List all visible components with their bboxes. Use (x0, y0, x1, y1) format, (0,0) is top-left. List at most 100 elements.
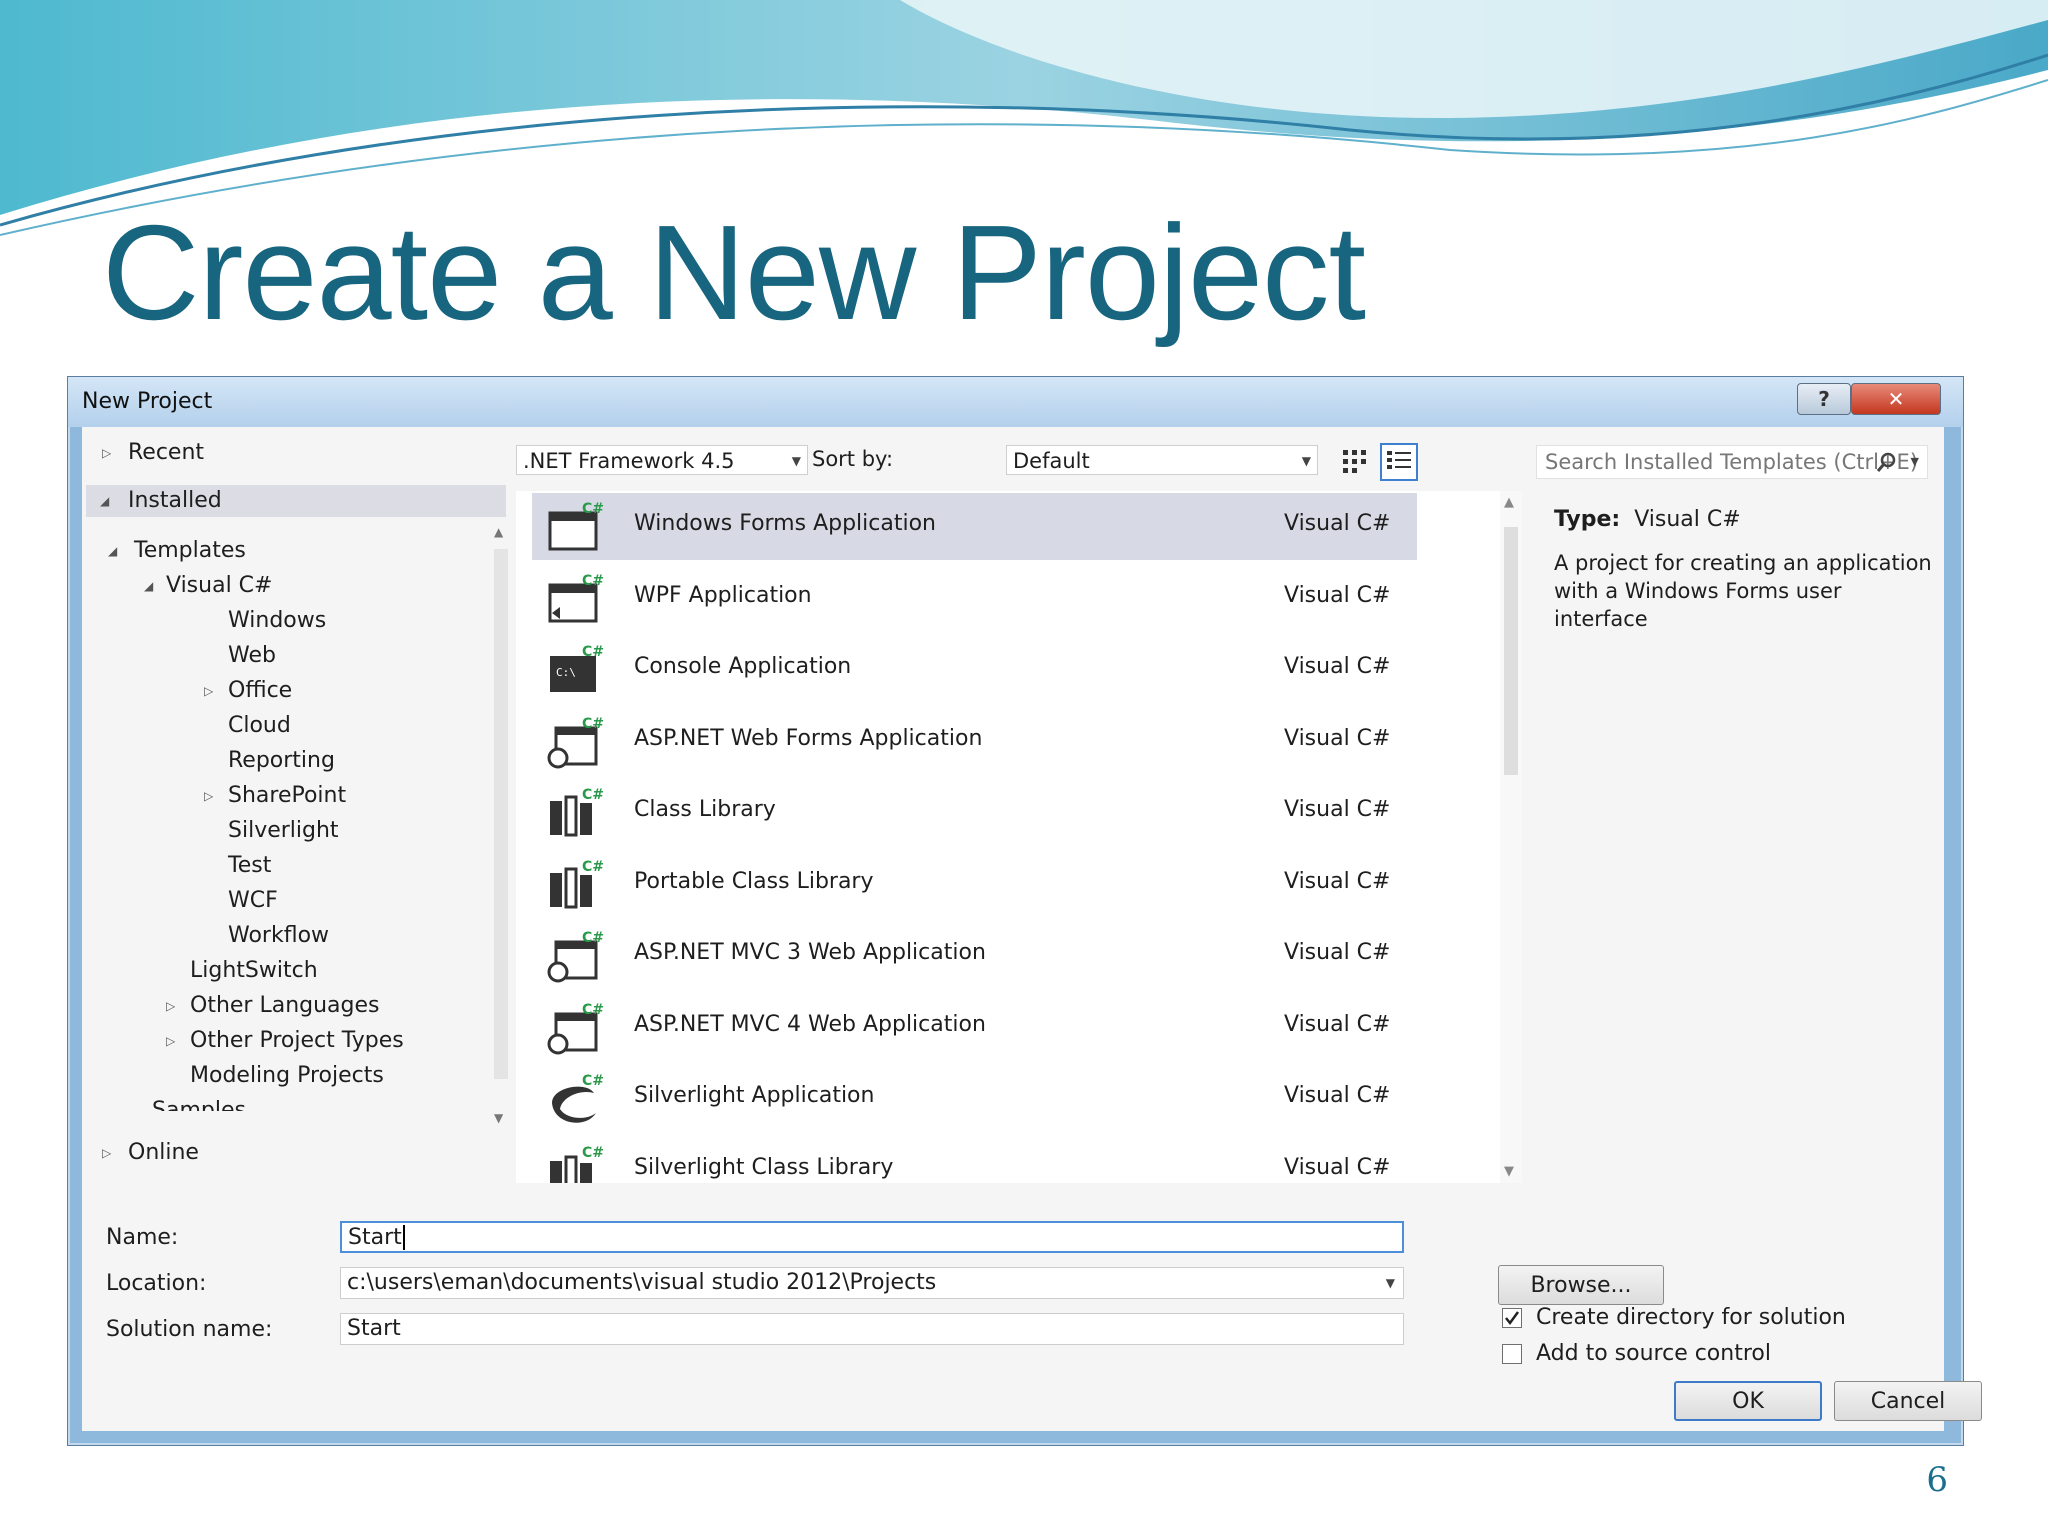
template-row[interactable]: C# Silverlight Application Visual C# (532, 1065, 1417, 1132)
scroll-up-icon[interactable]: ▲ (1504, 495, 1514, 510)
chevron-down-icon[interactable]: ▼ (1911, 446, 1919, 478)
tree-modeling-projects[interactable]: Modeling Projects (190, 1060, 384, 1092)
svg-text:C#: C# (582, 573, 604, 589)
template-language: Visual C# (1284, 1011, 1391, 1037)
tree-online[interactable]: ▷ Online (102, 1137, 199, 1169)
expand-arrow-icon: ▷ (166, 999, 176, 1013)
tree-item-test[interactable]: Test (228, 850, 271, 882)
tree-item-web[interactable]: Web (228, 640, 276, 672)
tree-samples-clipped[interactable]: Samples (152, 1095, 246, 1111)
svg-text:C#: C# (582, 787, 604, 803)
template-list-scrollbar-thumb[interactable] (1504, 527, 1518, 775)
solution-name-input[interactable]: Start (340, 1313, 1404, 1345)
template-row[interactable]: C# Portable Class Library Visual C# (532, 851, 1417, 918)
class-library-icon: C# (546, 787, 606, 841)
tree-visual-cs[interactable]: ◢ Visual C# (144, 570, 272, 602)
tree-label: SharePoint (228, 783, 347, 808)
chevron-down-icon[interactable]: ▼ (1386, 1268, 1395, 1298)
tree-label: Installed (128, 488, 222, 513)
checkbox-box (1502, 1307, 1522, 1328)
tree-item-sharepoint[interactable]: ▷ SharePoint (204, 780, 346, 812)
project-form: Name: Start Location: c:\users\eman\docu… (82, 1183, 1982, 1431)
type-value: Visual C# (1634, 507, 1741, 532)
sort-dropdown[interactable]: Default ▼ (1006, 445, 1318, 475)
grid-view-icon (1343, 450, 1366, 473)
new-project-dialog: New Project ? ✕ ▷ Recent ◢ Installed ◢ T… (67, 376, 1982, 1446)
dialog-title: New Project (82, 389, 213, 414)
template-row[interactable]: C# ASP.NET Web Forms Application Visual C# (532, 708, 1417, 775)
template-language: Visual C# (1284, 654, 1391, 679)
ok-button[interactable]: OK (1674, 1381, 1822, 1421)
template-row[interactable]: C# Windows Forms Application Visual C# (532, 493, 1417, 560)
search-templates-input[interactable]: Search Installed Templates (Ctrl+E) ▼ (1536, 445, 1928, 479)
scroll-down-icon[interactable]: ▼ (494, 1111, 503, 1125)
tree-item-wcf[interactable]: WCF (228, 885, 278, 917)
template-row[interactable]: C# Class Library Visual C# (532, 779, 1417, 846)
framework-dropdown[interactable]: .NET Framework 4.5 ▼ (516, 445, 808, 475)
sort-by-label: Sort by: (812, 447, 894, 471)
template-row[interactable]: C# Silverlight Class Library Visual C# (532, 1137, 1417, 1183)
template-toolbar: .NET Framework 4.5 ▼ Sort by: Default ▼ (516, 427, 1522, 491)
small-icons-view-button[interactable] (1336, 443, 1374, 481)
silverlight-icon: C# (546, 1073, 606, 1127)
checkbox-label: Create directory for solution (1536, 1305, 1846, 1330)
template-row[interactable]: C# ASP.NET MVC 4 Web Application Visual C# (532, 994, 1417, 1061)
tree-item-cloud[interactable]: Cloud (228, 710, 291, 742)
template-name: Silverlight Class Library (634, 1154, 894, 1180)
tree-item-windows[interactable]: Windows (228, 605, 326, 637)
help-button[interactable]: ? (1797, 383, 1851, 415)
type-label: Type: (1554, 507, 1621, 532)
expand-arrow-icon: ▷ (204, 684, 214, 698)
svg-text:C#: C# (582, 859, 604, 875)
expand-arrow-icon: ▷ (102, 1146, 112, 1160)
tree-item-silverlight[interactable]: Silverlight (228, 815, 339, 847)
dialog-titlebar[interactable]: New Project ? ✕ (68, 377, 1963, 427)
tree-other-languages[interactable]: ▷ Other Languages (166, 990, 380, 1022)
tree-recent[interactable]: ▷ Recent (102, 437, 204, 469)
create-directory-checkbox[interactable]: Create directory for solution (1502, 1305, 1846, 1330)
tree-label: Recent (128, 440, 205, 465)
template-language: Visual C# (1284, 511, 1391, 536)
template-row[interactable]: C# ASP.NET MVC 3 Web Application Visual C# (532, 922, 1417, 989)
tree-label: Office (228, 678, 293, 703)
location-input[interactable]: c:\users\eman\documents\visual studio 20… (340, 1267, 1404, 1299)
portable-class-library-icon: C# (546, 859, 606, 913)
template-row[interactable]: C:\ C# Console Application Visual C# (532, 636, 1417, 703)
add-source-control-checkbox[interactable]: Add to source control (1502, 1341, 1771, 1366)
close-button[interactable]: ✕ (1851, 383, 1941, 415)
tree-item-reporting[interactable]: Reporting (228, 745, 335, 777)
tree-installed[interactable]: ◢ Installed (86, 485, 506, 517)
search-icon[interactable] (1875, 452, 1897, 474)
checkbox-box (1502, 1343, 1522, 1364)
tree-item-workflow[interactable]: Workflow (228, 920, 329, 952)
collapse-arrow-icon: ◢ (144, 579, 154, 593)
scroll-up-icon[interactable]: ▲ (494, 525, 503, 539)
tree-other-project-types[interactable]: ▷ Other Project Types (166, 1025, 404, 1057)
tree-scrollbar-thumb[interactable] (494, 549, 508, 1079)
checkmark-icon (1505, 1310, 1520, 1325)
tree-item-office[interactable]: ▷ Office (204, 675, 292, 707)
mvc4-icon: C# (546, 1002, 606, 1056)
tree-scrollbar[interactable]: ▲ ▼ (492, 525, 510, 1125)
tree-lightswitch[interactable]: LightSwitch (190, 955, 318, 987)
tree-templates[interactable]: ◢ Templates (108, 535, 246, 567)
template-language: Visual C# (1284, 940, 1391, 965)
tree-samples: Samples (152, 1098, 246, 1111)
dialog-client: ▷ Recent ◢ Installed ◢ Templates ◢ Visua… (82, 427, 1982, 1431)
template-list-scrollbar[interactable]: ▲ ▼ (1500, 491, 1522, 1183)
template-name: ASP.NET MVC 4 Web Application (634, 1011, 986, 1037)
tree-label: Online (128, 1140, 199, 1165)
template-list: C# Windows Forms Application Visual C# C# WP… (516, 491, 1522, 1183)
list-view-button[interactable] (1380, 443, 1418, 481)
template-row[interactable]: C# WPF Application Visual C# (532, 565, 1417, 632)
solution-name-value: Start (347, 1316, 401, 1341)
collapse-arrow-icon: ◢ (108, 544, 118, 558)
scroll-down-icon[interactable]: ▼ (1504, 1164, 1514, 1179)
page-number: 6 (1926, 1460, 1948, 1500)
browse-button[interactable]: Browse... (1498, 1265, 1664, 1305)
cancel-button[interactable]: Cancel (1834, 1381, 1982, 1421)
expand-arrow-icon: ▷ (166, 1034, 176, 1048)
name-input[interactable]: Start (340, 1221, 1404, 1253)
help-icon: ? (1818, 387, 1830, 411)
template-language: Visual C# (1284, 1083, 1391, 1108)
